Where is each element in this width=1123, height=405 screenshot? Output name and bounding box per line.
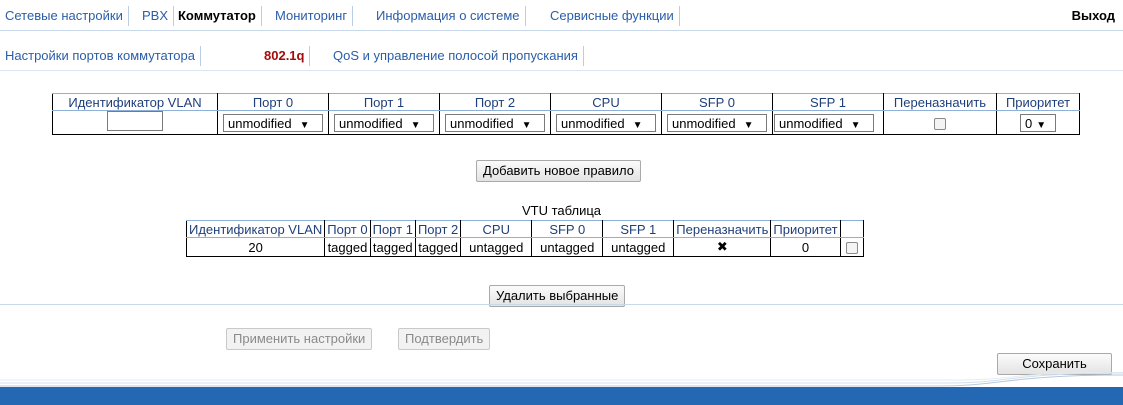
vtu-table-title: VTU таблица [521,203,602,218]
reassign-checkbox[interactable] [934,117,946,130]
vtu-table: Идентификатор VLAN Порт 0 Порт 1 Порт 2 … [185,220,864,257]
close-icon: ✖ [673,237,772,257]
vtu-select-cell [839,237,864,257]
vtu-header-select [839,220,864,238]
chevron-down-icon: ▼ [410,119,421,131]
reassign-cell [883,110,997,135]
port2-cell: unmodified ▼ [439,110,551,135]
vtu-header: Идентификатор VLAN Порт 0 Порт 1 Порт 2 … [185,220,864,238]
port1-cell: unmodified ▼ [328,110,440,135]
menu-monitoring[interactable]: Мониторинг [270,6,354,26]
rule-table-row: unmodified ▼ unmodified ▼ unmodified ▼ unmo… [52,110,1080,135]
header-priority: Приоритет [996,93,1080,111]
sfp1-cell: unmodified ▼ [772,110,884,135]
priority-select-value: 0 [1025,115,1033,131]
header-port0: Порт 0 [217,93,329,111]
port1-select[interactable]: unmodified ▼ [334,113,434,132]
menu-network-settings[interactable]: Сетевые настройки [0,6,129,26]
divider [0,304,1123,305]
rule-table-header: Идентификатор VLAN Порт 0 Порт 1 Порт 2 … [52,93,1080,111]
tab-qos[interactable]: QoS и управление полосой пропускания [328,46,584,66]
port2-select-value: unmodified [450,115,514,131]
vtu-cell-port1: tagged [369,237,416,257]
vtu-header-sfp1: SFP 1 [602,220,675,238]
tab-8021q[interactable]: 802.1q [259,46,311,66]
chevron-down-icon: ▼ [632,119,643,131]
vtu-cell-port0: tagged [324,237,371,257]
header-sfp0: SFP 0 [661,93,773,111]
new-rule-table: Идентификатор VLAN Порт 0 Порт 1 Порт 2 … [52,93,1080,135]
vtu-header-port1: Порт 1 [369,220,416,238]
decorative-lines [0,372,1123,387]
sfp0-select-value: unmodified [672,115,736,131]
chevron-down-icon: ▼ [850,119,861,131]
port0-cell: unmodified ▼ [217,110,329,135]
menu-service-functions[interactable]: Сервисные функции [545,6,680,26]
vtu-header-vlan-id: Идентификатор VLAN [185,220,326,238]
exit-link[interactable]: Выход [1072,6,1115,26]
priority-select[interactable]: 0 ▼ [1020,113,1056,132]
port0-select[interactable]: unmodified ▼ [223,113,323,132]
port0-select-value: unmodified [228,115,292,131]
vtu-cell-port2: tagged [414,237,462,257]
vtu-cell-sfp0: untagged [531,237,604,257]
header-reassign: Переназначить [883,93,997,111]
vtu-header-priority: Приоритет [770,220,841,238]
table-row: 20 tagged tagged tagged untagged untagge… [185,237,864,257]
cpu-cell: unmodified ▼ [550,110,662,135]
chevron-down-icon: ▼ [1036,119,1047,131]
header-port1: Порт 1 [328,93,440,111]
vtu-header-port2: Порт 2 [414,220,462,238]
vtu-cell-sfp1: untagged [602,237,675,257]
sub-menu-divider [0,70,1123,71]
chevron-down-icon: ▼ [521,119,532,131]
header-vlan-id: Идентификатор VLAN [52,93,218,111]
header-cpu: CPU [550,93,662,111]
header-sfp1: SFP 1 [772,93,884,111]
sub-menu: Настройки портов коммутатора 802.1q QoS … [0,42,1123,68]
vtu-cell-cpu: untagged [460,237,533,257]
port2-select[interactable]: unmodified ▼ [445,113,545,132]
top-menu: Сетевые настройки PBX Коммутатор Монитор… [0,0,1123,31]
vtu-header-port0: Порт 0 [324,220,371,238]
menu-system-info[interactable]: Информация о системе [371,6,526,26]
vtu-header-cpu: CPU [460,220,533,238]
vtu-header-sfp0: SFP 0 [531,220,604,238]
apply-settings-button[interactable]: Применить настройки [226,328,373,350]
add-rule-button[interactable]: Добавить новое правило [476,160,641,182]
menu-switch[interactable]: Коммутатор [173,6,262,26]
sfp1-select-value: unmodified [779,115,843,131]
port1-select-value: unmodified [339,115,403,131]
vtu-header-reassign: Переназначить [673,220,772,238]
confirm-button[interactable]: Подтвердить [398,328,491,350]
sfp0-select[interactable]: unmodified ▼ [667,113,767,132]
vtu-cell-vlan: 20 [185,237,326,257]
sfp0-cell: unmodified ▼ [661,110,773,135]
vtu-cell-priority: 0 [770,237,841,257]
chevron-down-icon: ▼ [299,119,310,131]
priority-cell: 0 ▼ [996,110,1080,135]
header-port2: Порт 2 [439,93,551,111]
sfp1-select[interactable]: unmodified ▼ [774,113,874,132]
menu-pbx[interactable]: PBX [137,6,175,26]
footer-bar [0,387,1123,405]
vlan-id-input[interactable] [107,111,163,131]
cpu-select-value: unmodified [561,115,625,131]
vlan-id-cell [52,110,218,135]
cpu-select[interactable]: unmodified ▼ [556,113,656,132]
tab-port-settings[interactable]: Настройки портов коммутатора [0,46,201,66]
row-select-checkbox[interactable] [845,242,858,255]
chevron-down-icon: ▼ [743,119,754,131]
